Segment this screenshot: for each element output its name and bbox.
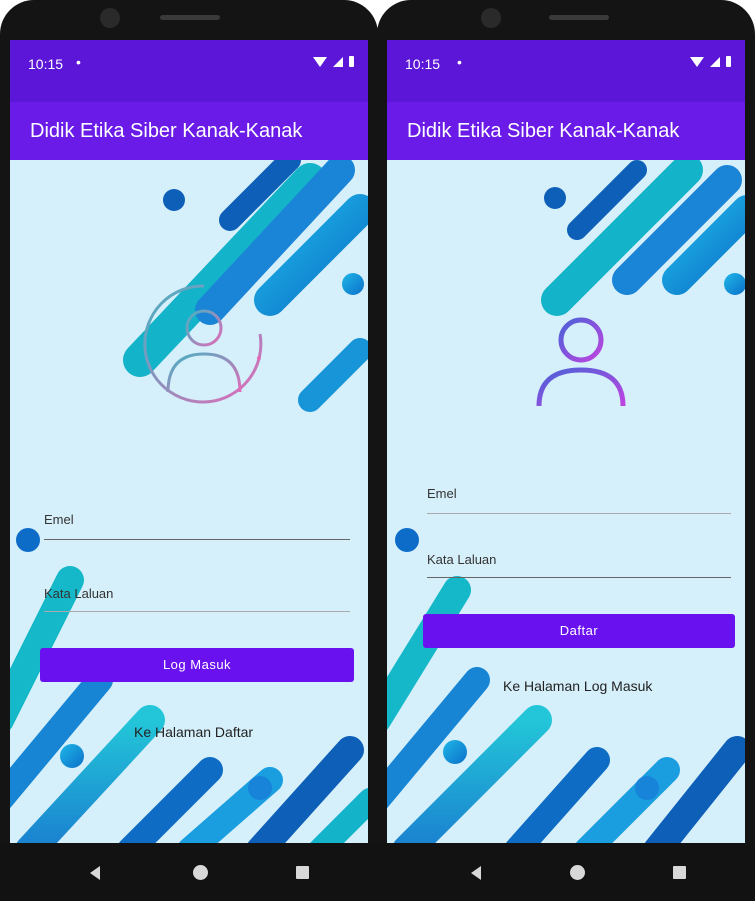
register-button[interactable]: Daftar (423, 614, 735, 648)
password-label: Kata Laluan (427, 552, 497, 567)
battery-icon (726, 56, 731, 67)
email-field[interactable]: Emel (44, 512, 350, 540)
phone-login-screen: 10:15 • Didik Etika Siber Kanak-Kanak Em… (0, 0, 378, 901)
app-bar: Didik Etika Siber Kanak-Kanak (387, 102, 745, 160)
notification-dot: • (457, 54, 462, 70)
login-form: Emel Kata Laluan Log Masuk Ke Halaman Da… (10, 160, 368, 843)
notification-dot: • (76, 54, 81, 70)
status-icons (313, 56, 354, 67)
front-camera (100, 8, 120, 28)
phone-top-bezel (0, 0, 378, 40)
status-bar: 10:15 • (387, 40, 745, 102)
navigation-bar (0, 843, 378, 901)
navigation-bar (377, 843, 755, 901)
wifi-icon (690, 56, 704, 67)
nav-back-icon[interactable] (471, 866, 481, 880)
login-button-label: Log Masuk (162, 657, 232, 672)
nav-home-icon[interactable] (570, 865, 585, 880)
phone-top-bezel (377, 0, 755, 40)
phone-register-screen: 10:15 • Didik Etika Siber Kanak-Kanak Em… (377, 0, 755, 901)
app-title: Didik Etika Siber Kanak-Kanak (30, 120, 303, 142)
status-icons (690, 56, 731, 67)
email-underline (427, 513, 731, 514)
earpiece-speaker (549, 15, 609, 20)
nav-recent-icon[interactable] (673, 866, 686, 879)
user-avatar-icon (143, 284, 263, 404)
app-bar: Didik Etika Siber Kanak-Kanak (10, 102, 368, 160)
password-label: Kata Laluan (44, 586, 114, 601)
nav-home-icon[interactable] (193, 865, 208, 880)
email-field[interactable]: Emel (427, 486, 731, 514)
register-page-link[interactable]: Ke Halaman Daftar (134, 724, 253, 740)
email-underline (44, 539, 350, 540)
screen: 10:15 • Didik Etika Siber Kanak-Kanak Em… (10, 40, 368, 843)
user-avatar-icon (536, 317, 626, 407)
status-time: 10:15 (28, 56, 64, 72)
nav-back-icon[interactable] (90, 866, 100, 880)
signal-icon (333, 56, 343, 67)
earpiece-speaker (160, 15, 220, 20)
register-form: Emel Kata Laluan Daftar Ke Halaman Log M… (387, 160, 745, 843)
status-time: 10:15 (405, 56, 441, 72)
login-page-link[interactable]: Ke Halaman Log Masuk (503, 678, 652, 694)
register-button-label: Daftar (559, 623, 599, 638)
screen: 10:15 • Didik Etika Siber Kanak-Kanak Em… (387, 40, 745, 843)
password-field[interactable]: Kata Laluan (44, 586, 350, 612)
password-underline (44, 611, 350, 612)
status-bar: 10:15 • (10, 40, 368, 102)
signal-icon (710, 56, 720, 67)
password-field[interactable]: Kata Laluan (427, 552, 731, 578)
front-camera (481, 8, 501, 28)
email-label: Emel (44, 512, 74, 527)
nav-recent-icon[interactable] (296, 866, 309, 879)
app-title: Didik Etika Siber Kanak-Kanak (407, 120, 680, 142)
email-label: Emel (427, 486, 457, 501)
password-underline (427, 577, 731, 578)
login-button[interactable]: Log Masuk (40, 648, 354, 682)
wifi-icon (313, 56, 327, 67)
battery-icon (349, 56, 354, 67)
